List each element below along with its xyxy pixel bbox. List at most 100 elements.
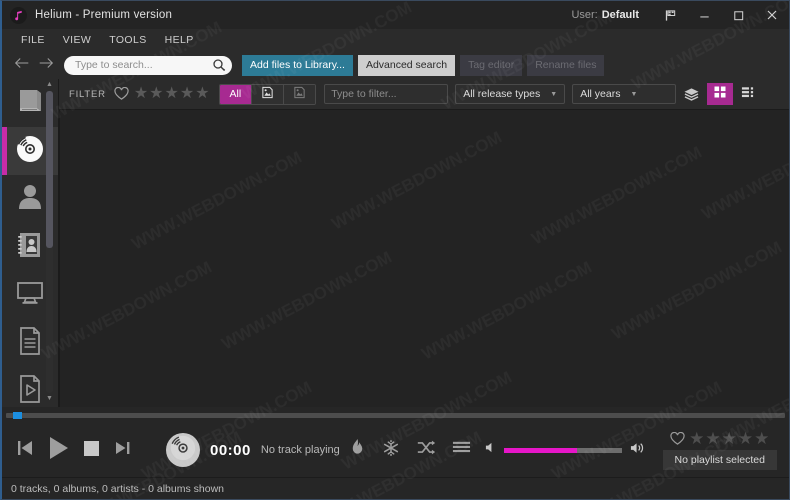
player-star-3[interactable]: ★ xyxy=(722,430,737,447)
chevron-down-icon: ▼ xyxy=(630,90,638,98)
playlist-selector-button[interactable]: No playlist selected xyxy=(662,450,777,470)
arrow-left-icon xyxy=(13,56,31,75)
sidebar-scrollbar[interactable]: ▲ ▼ xyxy=(44,81,55,403)
next-track-icon xyxy=(113,437,133,464)
play-icon xyxy=(45,434,71,467)
filter-star-1[interactable]: ★ xyxy=(134,86,148,102)
queue-button[interactable] xyxy=(444,440,479,461)
next-track-button[interactable] xyxy=(108,437,138,464)
player-star-1[interactable]: ★ xyxy=(689,430,704,447)
image-filter-group: All xyxy=(218,83,317,105)
filter-rating-stars[interactable]: ★ ★ ★ ★ ★ xyxy=(134,86,210,102)
view-mode-buttons xyxy=(707,83,761,105)
sidebar: ▲ ▼ xyxy=(2,79,58,407)
close-button[interactable] xyxy=(755,1,789,29)
window-title: Helium - Premium version xyxy=(35,9,173,21)
filter-star-5[interactable]: ★ xyxy=(195,86,209,102)
search-icon[interactable] xyxy=(212,58,226,72)
heart-icon[interactable] xyxy=(114,87,129,101)
album-grid-area[interactable] xyxy=(59,110,789,407)
music-note-icon xyxy=(13,10,24,21)
title-bar: Helium - Premium version User: Default xyxy=(2,1,789,29)
user-value: Default xyxy=(601,9,639,21)
filter-label: FILTER xyxy=(69,88,106,100)
seek-handle[interactable] xyxy=(13,411,22,419)
scroll-up-arrow[interactable]: ▲ xyxy=(46,81,53,89)
player-star-5[interactable]: ★ xyxy=(754,430,769,447)
filter-placeholder: Type to filter... xyxy=(331,88,397,100)
now-playing-text: No track playing xyxy=(260,444,340,456)
menu-bar: FILE VIEW TOOLS HELP xyxy=(2,29,789,51)
video-file-icon xyxy=(17,374,43,409)
minimize-button[interactable] xyxy=(687,1,721,29)
filter-bar: FILTER ★ ★ ★ ★ ★ All Type to filter... A… xyxy=(59,79,789,110)
track-rating[interactable]: ★ ★ ★ ★ ★ xyxy=(670,430,769,447)
menu-item-help[interactable]: HELP xyxy=(156,31,203,49)
disc-icon xyxy=(168,433,198,468)
close-icon xyxy=(765,8,779,22)
grid-view-button[interactable] xyxy=(707,83,734,105)
sidebar-scroll-track[interactable] xyxy=(46,91,53,393)
release-types-dropdown[interactable]: All release types ▼ xyxy=(455,84,566,104)
playlist-rating-area: ★ ★ ★ ★ ★ No playlist selected xyxy=(662,430,777,470)
flag-button[interactable] xyxy=(653,1,687,29)
maximize-button[interactable] xyxy=(721,1,755,29)
menu-item-tools[interactable]: TOOLS xyxy=(100,31,155,49)
filter-star-2[interactable]: ★ xyxy=(149,86,163,102)
sidebar-scroll-thumb[interactable] xyxy=(46,91,53,249)
snowflake-icon xyxy=(382,439,400,462)
shuffle-icon xyxy=(416,439,436,461)
filter-with-art-button[interactable] xyxy=(252,84,285,104)
volume-slider[interactable] xyxy=(503,447,622,453)
image-no-art-icon xyxy=(293,86,306,102)
scroll-down-arrow[interactable]: ▼ xyxy=(46,395,53,403)
minimize-icon xyxy=(698,9,711,22)
volume-control[interactable] xyxy=(485,441,645,460)
person-icon xyxy=(16,182,44,217)
snowflake-button[interactable] xyxy=(374,439,408,462)
player-star-2[interactable]: ★ xyxy=(705,430,720,447)
player-star-4[interactable]: ★ xyxy=(738,430,753,447)
filter-text-input[interactable]: Type to filter... xyxy=(324,84,449,104)
flame-icon xyxy=(349,438,366,462)
player-right-controls: ★ ★ ★ ★ ★ No playlist selected xyxy=(341,430,781,470)
forward-button[interactable] xyxy=(34,54,58,76)
shuffle-button[interactable] xyxy=(408,439,444,461)
tag-editor-button: Tag editor xyxy=(460,54,523,76)
playback-time: 00:00 xyxy=(210,441,251,459)
menu-item-file[interactable]: FILE xyxy=(12,31,54,49)
volume-high-icon[interactable] xyxy=(630,441,645,460)
back-button[interactable] xyxy=(10,54,34,76)
queue-list-icon xyxy=(452,440,471,461)
layers-icon[interactable] xyxy=(683,87,700,102)
content-panel: FILTER ★ ★ ★ ★ ★ All Type to filter... A… xyxy=(58,79,789,407)
filter-no-art-button[interactable] xyxy=(284,84,316,104)
years-value: All years xyxy=(580,88,621,100)
list-view-button[interactable] xyxy=(735,83,761,105)
years-dropdown[interactable]: All years ▼ xyxy=(572,84,677,104)
seek-slider[interactable] xyxy=(6,411,785,419)
search-input[interactable]: Type to search... xyxy=(64,55,232,75)
filter-all-button[interactable]: All xyxy=(219,84,253,104)
filter-star-4[interactable]: ★ xyxy=(180,86,194,102)
previous-track-button[interactable] xyxy=(10,437,40,464)
play-button[interactable] xyxy=(40,434,76,467)
add-files-to-library-button[interactable]: Add files to Library... xyxy=(242,54,353,76)
album-art-thumbnail[interactable] xyxy=(166,433,200,467)
filter-star-3[interactable]: ★ xyxy=(165,86,179,102)
menu-item-view[interactable]: VIEW xyxy=(54,31,100,49)
stop-icon xyxy=(81,437,103,464)
book-icon xyxy=(15,87,45,120)
player-bar: 00:00 No track playing ★ ★ ★ ★ ★ No play… xyxy=(2,423,789,477)
list-view-icon xyxy=(741,85,756,104)
volume-low-icon[interactable] xyxy=(485,441,496,459)
heart-icon[interactable] xyxy=(670,431,685,446)
image-with-art-icon xyxy=(261,86,274,102)
grid-view-icon xyxy=(713,85,727,104)
flame-button[interactable] xyxy=(341,438,374,462)
document-icon xyxy=(17,326,43,361)
helium-window: Helium - Premium version User: Default F… xyxy=(0,0,790,500)
status-text: 0 tracks, 0 albums, 0 artists - 0 albums… xyxy=(11,482,224,495)
stop-button[interactable] xyxy=(76,437,108,464)
advanced-search-button[interactable]: Advanced search xyxy=(357,54,456,76)
